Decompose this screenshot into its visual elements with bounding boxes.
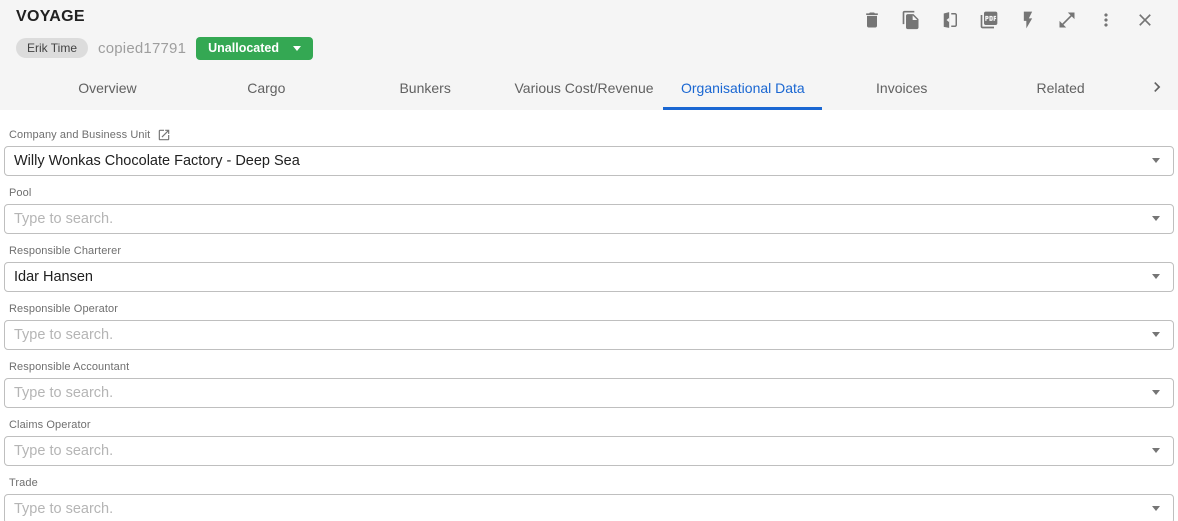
field-label: Company and Business Unit xyxy=(9,129,150,141)
dropdown-caret-icon[interactable] xyxy=(1152,216,1160,221)
tab-cargo[interactable]: Cargo xyxy=(187,67,346,110)
field-label: Claims Operator xyxy=(9,419,91,431)
tab-overview[interactable]: Overview xyxy=(28,67,187,110)
badge-row: Erik Time copied17791 Unallocated xyxy=(0,32,1178,67)
organisational-data-form: Company and Business Unit Pool Responsib… xyxy=(0,110,1178,521)
voyage-header: VOYAGE xyxy=(0,0,1178,110)
more-options-button[interactable] xyxy=(1095,10,1117,32)
close-button[interactable] xyxy=(1134,10,1156,32)
field-company-business-unit: Company and Business Unit xyxy=(4,129,1174,176)
pdf-icon xyxy=(979,10,999,33)
expand-icon xyxy=(1057,10,1077,33)
duplicate-button[interactable] xyxy=(900,10,922,32)
company-business-unit-input[interactable] xyxy=(5,147,1152,175)
voyage-code: copied17791 xyxy=(98,40,186,57)
trade-input[interactable] xyxy=(5,495,1152,521)
delete-button[interactable] xyxy=(861,10,883,32)
caret-down-icon xyxy=(293,46,301,51)
responsible-charterer-input[interactable] xyxy=(5,263,1152,291)
status-badge-label: Unallocated xyxy=(208,42,279,55)
trash-icon xyxy=(862,10,882,33)
field-label: Responsible Charterer xyxy=(9,245,121,257)
dropdown-caret-icon[interactable] xyxy=(1152,274,1160,279)
responsible-accountant-input[interactable] xyxy=(5,379,1152,407)
field-responsible-charterer: Responsible Charterer xyxy=(4,245,1174,292)
tab-bar: Overview Cargo Bunkers Various Cost/Reve… xyxy=(0,67,1178,110)
flip-pages-button[interactable] xyxy=(939,10,961,32)
dropdown-caret-icon[interactable] xyxy=(1152,390,1160,395)
tab-organisational-data[interactable]: Organisational Data xyxy=(663,67,822,110)
page-title: VOYAGE xyxy=(16,6,85,26)
tab-bunkers[interactable]: Bunkers xyxy=(346,67,505,110)
field-responsible-operator: Responsible Operator xyxy=(4,303,1174,350)
export-pdf-button[interactable] xyxy=(978,10,1000,32)
duplicate-icon xyxy=(901,10,921,33)
expand-button[interactable] xyxy=(1056,10,1078,32)
flip-pages-icon xyxy=(940,10,960,33)
claims-operator-input[interactable] xyxy=(5,437,1152,465)
field-trade: Trade xyxy=(4,477,1174,521)
dropdown-caret-icon[interactable] xyxy=(1152,332,1160,337)
dropdown-caret-icon[interactable] xyxy=(1152,448,1160,453)
field-responsible-accountant: Responsible Accountant xyxy=(4,361,1174,408)
close-icon xyxy=(1135,10,1155,33)
field-label: Responsible Operator xyxy=(9,303,118,315)
responsible-operator-input[interactable] xyxy=(5,321,1152,349)
field-label: Pool xyxy=(9,187,31,199)
open-in-new-icon[interactable] xyxy=(157,128,171,142)
dropdown-caret-icon[interactable] xyxy=(1152,158,1160,163)
chevron-right-icon xyxy=(1147,77,1167,100)
field-claims-operator: Claims Operator xyxy=(4,419,1174,466)
field-label: Trade xyxy=(9,477,38,489)
tab-various-cost-revenue[interactable]: Various Cost/Revenue xyxy=(505,67,664,110)
time-pill: Erik Time xyxy=(16,38,88,58)
status-badge-dropdown[interactable]: Unallocated xyxy=(196,37,313,60)
quick-actions-button[interactable] xyxy=(1017,10,1039,32)
tabs-scroll-right-button[interactable] xyxy=(1140,67,1174,110)
tab-related[interactable]: Related xyxy=(981,67,1140,110)
tab-invoices[interactable]: Invoices xyxy=(822,67,981,110)
field-pool: Pool xyxy=(4,187,1174,234)
pool-input[interactable] xyxy=(5,205,1152,233)
header-action-bar xyxy=(861,6,1164,32)
field-label: Responsible Accountant xyxy=(9,361,129,373)
dropdown-caret-icon[interactable] xyxy=(1152,506,1160,511)
kebab-menu-icon xyxy=(1096,10,1116,33)
lightning-bolt-icon xyxy=(1018,10,1038,33)
